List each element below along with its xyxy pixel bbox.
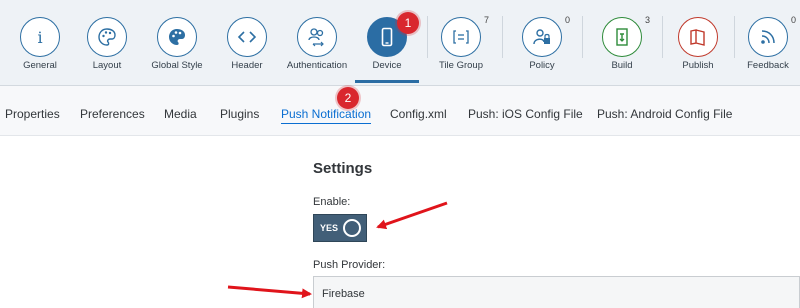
push-provider-label: Push Provider: [313,259,386,271]
toggle-knob [343,219,361,237]
toolbar-label: Policy [529,60,555,71]
top-toolbar: i General Layout Global Style Header Aut… [0,0,800,86]
settings-heading: Settings [313,160,373,177]
toolbar-label: Feedback [747,60,789,71]
toolbar-label: Device [372,60,402,71]
tab-config-xml[interactable]: Config.xml [390,107,447,121]
enable-label: Enable: [313,196,351,208]
sub-tab-bar: Properties Preferences Media Plugins Pus… [0,86,800,136]
toolbar-item-layout[interactable]: Layout [67,0,147,86]
app-window: i General Layout Global Style Header Aut… [0,0,800,308]
build-icon [602,17,642,57]
callout-badge-2: 2 [337,87,359,109]
tile-group-count: 7 [484,15,490,25]
user-lock-icon [522,17,562,57]
toolbar-item-device[interactable]: Device [347,0,427,86]
users-icon [297,17,337,57]
toolbar-item-global-style[interactable]: Global Style [137,0,217,86]
palette-icon [87,17,127,57]
toolbar-label: Build [611,60,633,71]
toolbar-label: Publish [682,60,714,71]
toolbar-label: Layout [92,60,122,71]
callout-badge-1: 1 [397,12,419,34]
tab-preferences[interactable]: Preferences [80,107,145,121]
tab-push-notification[interactable]: Push Notification [281,107,372,124]
toolbar-item-tile-group[interactable]: 7 Tile Group [421,0,501,86]
enable-toggle[interactable]: YES [313,214,367,242]
build-count: 3 [645,15,651,25]
push-provider-select[interactable]: Firebase [313,276,800,308]
tile-group-icon [441,17,481,57]
toolbar-label: Global Style [151,60,203,71]
tab-push-ios-config-file[interactable]: Push: iOS Config File [468,107,583,121]
toolbar-item-feedback[interactable]: 0 Feedback [728,0,800,86]
publish-icon [678,17,718,57]
feedback-count: 0 [791,15,797,25]
toolbar-item-header[interactable]: Header [207,0,287,86]
palette-filled-icon [157,17,197,57]
toolbar-item-publish[interactable]: Publish [658,0,738,86]
info-icon: i [20,17,60,57]
toolbar-label: Authentication [286,60,348,71]
tab-push-android-config-file[interactable]: Push: Android Config File [597,107,732,121]
toggle-state-text: YES [320,223,339,233]
push-provider-value: Firebase [322,288,365,300]
code-icon [227,17,267,57]
feedback-icon [748,17,788,57]
toolbar-item-authentication[interactable]: Authentication [277,0,357,86]
tab-properties[interactable]: Properties [5,107,60,121]
active-indicator [355,80,419,83]
tab-media[interactable]: Media [164,107,197,121]
toolbar-label: Header [231,60,263,71]
policy-count: 0 [565,15,571,25]
settings-panel: Settings Enable: YES Push Provider: Fire… [0,137,800,308]
toolbar-item-policy[interactable]: 0 Policy [502,0,582,86]
toolbar-label: Tile Group [439,60,483,71]
tab-plugins[interactable]: Plugins [220,107,259,121]
toolbar-item-build[interactable]: 3 Build [582,0,662,86]
svg-text:i: i [37,28,42,47]
